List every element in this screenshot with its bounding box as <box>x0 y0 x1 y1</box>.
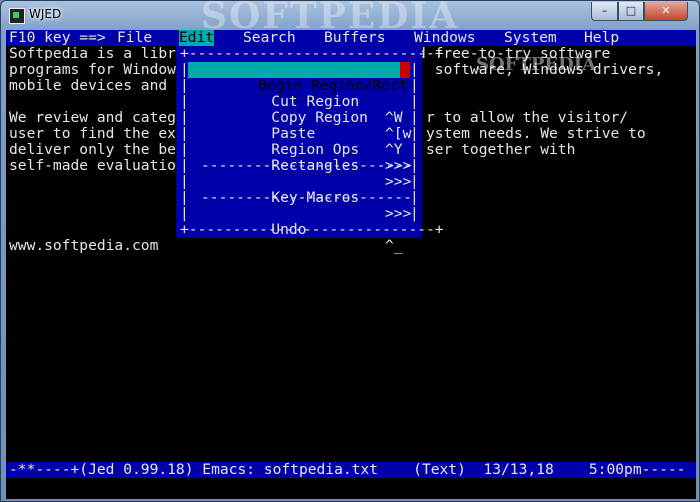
menu-search[interactable]: Search <box>243 30 296 46</box>
menu-side-border: | <box>180 141 189 158</box>
terminal-app-icon <box>9 8 25 24</box>
menu-item-begin-region[interactable]: Begin Region/Rect <box>188 62 408 94</box>
close-button[interactable]: ✕ <box>644 2 688 21</box>
menu-windows[interactable]: Windows <box>414 30 476 46</box>
menu-side-border: | <box>180 205 189 222</box>
doc-line-fragment: ser together with <box>426 141 576 158</box>
menu-bar: F10 key ==> File Edit Search Buffers Win… <box>6 30 696 46</box>
menu-hint: F10 key ==> <box>9 30 106 46</box>
doc-line-fragment: r to allow the visitor/ <box>426 109 629 126</box>
doc-line-url: www.softpedia.com <box>9 237 159 254</box>
menu-item-copy-region[interactable]: Copy Region ^[w <box>201 94 411 142</box>
menu-side-border: | <box>180 157 189 174</box>
menu-item-shortcut: ^_ <box>385 237 403 254</box>
menu-separator: ------------------------ <box>201 189 412 206</box>
menu-item-rectangles[interactable]: Rectangles >>> <box>201 142 411 190</box>
menu-side-border: | <box>180 189 189 206</box>
menu-file[interactable]: File <box>117 30 152 46</box>
menu-top-border: +----------------------------+ <box>180 45 444 62</box>
doc-line-fragment: ystem needs. We strive to <box>426 125 646 142</box>
menu-side-border: | <box>410 109 419 126</box>
doc-line: mobile devices and <box>9 77 168 94</box>
doc-line: user to find the ex <box>9 125 176 142</box>
menu-side-border: | <box>180 173 189 190</box>
status-line: -**----+(Jed 0.99.18) Emacs: softpedia.t… <box>6 462 696 478</box>
menu-side-border: | <box>410 141 419 158</box>
terminal-area[interactable]: F10 key ==> File Edit Search Buffers Win… <box>6 30 696 499</box>
title-bar[interactable]: SOFTPEDIA WJED – □ ✕ <box>1 0 699 37</box>
doc-line: deliver only the be <box>9 141 176 158</box>
menu-item-label: Undo <box>271 221 307 238</box>
menu-item-cut-region[interactable]: Cut Region ^W <box>201 78 406 126</box>
status-line-text: -**----+(Jed 0.99.18) Emacs: softpedia.t… <box>9 461 686 478</box>
menu-buffers[interactable]: Buffers <box>324 30 386 46</box>
menu-item-undo[interactable]: Undo ^_ <box>201 206 406 254</box>
window-title: WJED <box>29 7 62 21</box>
menu-item-key-macros[interactable]: Key Macros >>> <box>201 174 411 222</box>
menu-cursor-marker <box>400 62 410 78</box>
doc-line: self-made evaluatio <box>9 157 176 174</box>
menu-side-border: | <box>180 109 189 126</box>
menu-separator: ------------------------ <box>201 157 412 174</box>
menu-help[interactable]: Help <box>584 30 619 46</box>
menu-edit[interactable]: Edit <box>179 30 215 46</box>
edit-dropdown-menu: +----------------------------+ +--------… <box>176 46 596 254</box>
maximize-button[interactable]: □ <box>618 2 644 21</box>
softpedia-overlay-watermark: SOFTPEDIA <box>476 54 597 75</box>
minimize-button[interactable]: – <box>591 2 618 21</box>
menu-item-paste[interactable]: Paste ^Y <box>201 110 406 158</box>
app-window: SOFTPEDIA WJED – □ ✕ F10 key ==> File Ed… <box>0 0 700 502</box>
doc-line: We review and categ <box>9 109 176 126</box>
menu-side-border: | <box>410 61 419 78</box>
doc-line: programs for Window <box>9 61 176 78</box>
menu-system[interactable]: System <box>504 30 557 46</box>
menu-side-border: | <box>410 77 419 94</box>
menu-side-border: | <box>180 125 189 142</box>
menu-item-region-ops[interactable]: Region Ops >>> <box>201 126 411 174</box>
doc-line: Softpedia is a libr <box>9 45 176 62</box>
menu-side-border: | <box>410 93 419 110</box>
